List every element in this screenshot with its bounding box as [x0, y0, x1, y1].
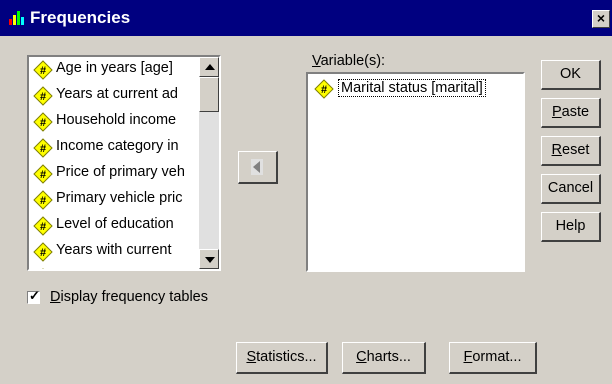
svg-text:#: # [40, 247, 46, 259]
source-list-scrollbar[interactable] [199, 57, 219, 269]
variables-label: Variable(s): [312, 53, 386, 69]
statistics-label: Statistics... [246, 349, 317, 365]
arrow-left-icon [253, 161, 260, 173]
paste-label: Paste [551, 104, 590, 120]
svg-text:#: # [40, 143, 46, 155]
scale-variable-icon: # [33, 112, 53, 132]
svg-text:#: # [40, 221, 46, 233]
move-variable-button[interactable] [238, 151, 278, 184]
scale-variable-icon: # [33, 138, 53, 158]
frequencies-dialog: Frequencies × # Age in years [age] # Years … [0, 0, 612, 384]
scale-variable-icon: # [33, 242, 53, 262]
arrow-up-icon [205, 64, 215, 70]
reset-label: Reset [551, 142, 590, 158]
list-item[interactable]: # Price of primary veh [29, 161, 197, 187]
svg-text:#: # [40, 195, 46, 207]
scroll-thumb[interactable] [199, 77, 219, 112]
list-item[interactable]: # Age in years [age] [29, 57, 197, 83]
paste-button[interactable]: Paste [541, 98, 601, 128]
list-item[interactable]: # Household income [29, 109, 197, 135]
scale-variable-icon: # [33, 216, 53, 236]
title-bar[interactable]: Frequencies × [0, 0, 612, 36]
scroll-up-button[interactable] [199, 57, 219, 77]
list-item-label: Household income [56, 112, 177, 128]
statistics-button[interactable]: Statistics... [236, 342, 328, 374]
list-item[interactable]: # Years at current ad [29, 83, 197, 109]
scale-variable-icon: # [33, 60, 53, 80]
list-item[interactable]: # Level of education [29, 213, 197, 239]
source-variable-items: # Age in years [age] # Years at current ad #… [29, 57, 219, 269]
list-item-label: Income category in [56, 138, 179, 154]
list-item-label: Level of education [56, 216, 174, 232]
reset-button[interactable]: Reset [541, 136, 601, 166]
cancel-button[interactable]: Cancel [541, 174, 601, 204]
selected-variable-label: Marital status [marital] [338, 79, 486, 97]
list-item-label: Primary vehicle pric [56, 190, 183, 206]
spss-frequencies-icon [9, 11, 24, 25]
scale-variable-icon: # [33, 164, 53, 184]
arrow-down-icon [205, 257, 215, 263]
close-button[interactable]: × [592, 10, 610, 28]
format-button[interactable]: Format... [449, 342, 537, 374]
scale-variable-icon: # [33, 190, 53, 210]
scroll-down-button[interactable] [199, 249, 219, 269]
checkmark-icon: ✓ [29, 288, 40, 303]
display-frequency-tables-checkbox[interactable]: ✓ [27, 288, 40, 304]
list-item[interactable]: # Marital status [marital] [314, 78, 514, 102]
list-item-label: Price of primary veh [56, 164, 185, 180]
charts-button[interactable]: Charts... [342, 342, 426, 374]
list-item-label: Years at current ad [56, 86, 178, 102]
list-item-label: Age in years [age] [56, 60, 173, 76]
svg-text:#: # [40, 169, 46, 181]
list-item[interactable]: # Primary vehicle pric [29, 187, 197, 213]
svg-text:#: # [40, 91, 46, 103]
ok-label: OK [560, 66, 581, 82]
help-label: Help [555, 218, 586, 234]
ok-button[interactable]: OK [541, 60, 601, 90]
list-item-label: Retired [retire] [56, 268, 148, 269]
selected-variables-list[interactable]: # Marital status [marital] [306, 72, 525, 272]
help-button[interactable]: Help [541, 212, 601, 242]
display-frequency-tables-label[interactable]: Display frequency tables [50, 289, 208, 305]
format-label: Format... [463, 349, 522, 365]
scale-variable-icon: # [42, 268, 44, 269]
cancel-label: Cancel [547, 180, 594, 196]
close-icon: × [596, 10, 606, 26]
window-title: Frequencies [30, 8, 131, 27]
charts-label: Charts... [356, 349, 411, 365]
list-item[interactable]: # Years with current [29, 239, 197, 265]
list-item[interactable]: # Income category in [29, 135, 197, 161]
scale-variable-icon: # [314, 79, 334, 99]
list-item-label: Years with current [56, 242, 172, 258]
svg-text:#: # [40, 117, 46, 129]
source-variable-list[interactable]: # Age in years [age] # Years at current ad #… [27, 55, 221, 271]
scale-variable-icon: # [33, 86, 53, 106]
list-item[interactable]: # Retired [retire] [29, 265, 197, 269]
svg-text:#: # [40, 65, 46, 77]
svg-text:#: # [321, 84, 327, 96]
